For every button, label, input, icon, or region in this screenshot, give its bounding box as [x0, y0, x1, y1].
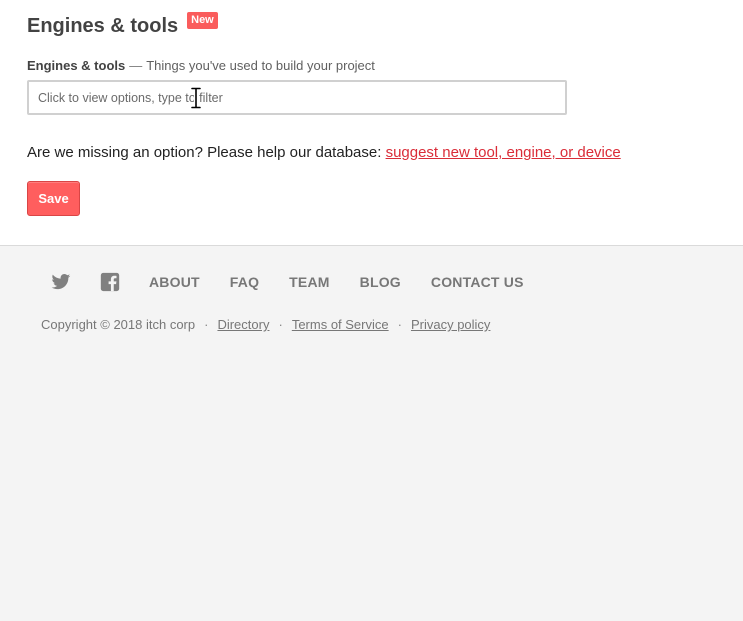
- footer-separator: ·: [278, 317, 283, 332]
- twitter-icon[interactable]: [51, 272, 71, 292]
- copyright-text: Copyright © 2018 itch corp: [41, 317, 196, 332]
- save-button[interactable]: Save: [27, 181, 80, 216]
- copyright-row: Copyright © 2018 itch corp · Directory · Ter…: [41, 316, 490, 334]
- footer-link-contact[interactable]: CONTACT US: [431, 272, 524, 292]
- footer-separator: ·: [397, 317, 402, 332]
- footer-link-faq[interactable]: FAQ: [230, 272, 259, 292]
- tools-filter-input[interactable]: [27, 80, 567, 115]
- footer-link-blog[interactable]: BLOG: [360, 272, 401, 292]
- new-badge: New: [187, 12, 218, 29]
- field-hint: Things you've used to build your project: [146, 58, 375, 73]
- section-header: Engines & tools New: [27, 12, 218, 40]
- suggest-tool-link[interactable]: suggest new tool, engine, or device: [386, 144, 621, 161]
- privacy-link[interactable]: Privacy policy: [411, 317, 490, 332]
- main-panel: Engines & tools New Engines & tools — Thin…: [0, 0, 743, 246]
- footer-link-about[interactable]: ABOUT: [149, 272, 200, 292]
- terms-link[interactable]: Terms of Service: [292, 317, 389, 332]
- footer-link-team[interactable]: TEAM: [289, 272, 329, 292]
- footer-separator: ·: [204, 317, 209, 332]
- footer-nav: ABOUT FAQ TEAM BLOG CONTACT US: [51, 272, 554, 292]
- missing-option-text: Are we missing an option? Please help ou…: [27, 143, 621, 163]
- field-label-row: Engines & tools — Things you've used to bu…: [27, 57, 375, 75]
- field-label: Engines & tools: [27, 58, 126, 73]
- text-cursor-icon: [190, 87, 202, 109]
- missing-option-label: Are we missing an option? Please help ou…: [27, 144, 386, 161]
- site-footer: ABOUT FAQ TEAM BLOG CONTACT US Copyright…: [0, 246, 743, 621]
- page-title: Engines & tools: [27, 15, 179, 37]
- field-separator: —: [129, 58, 143, 73]
- facebook-icon[interactable]: [100, 272, 120, 292]
- directory-link[interactable]: Directory: [217, 317, 269, 332]
